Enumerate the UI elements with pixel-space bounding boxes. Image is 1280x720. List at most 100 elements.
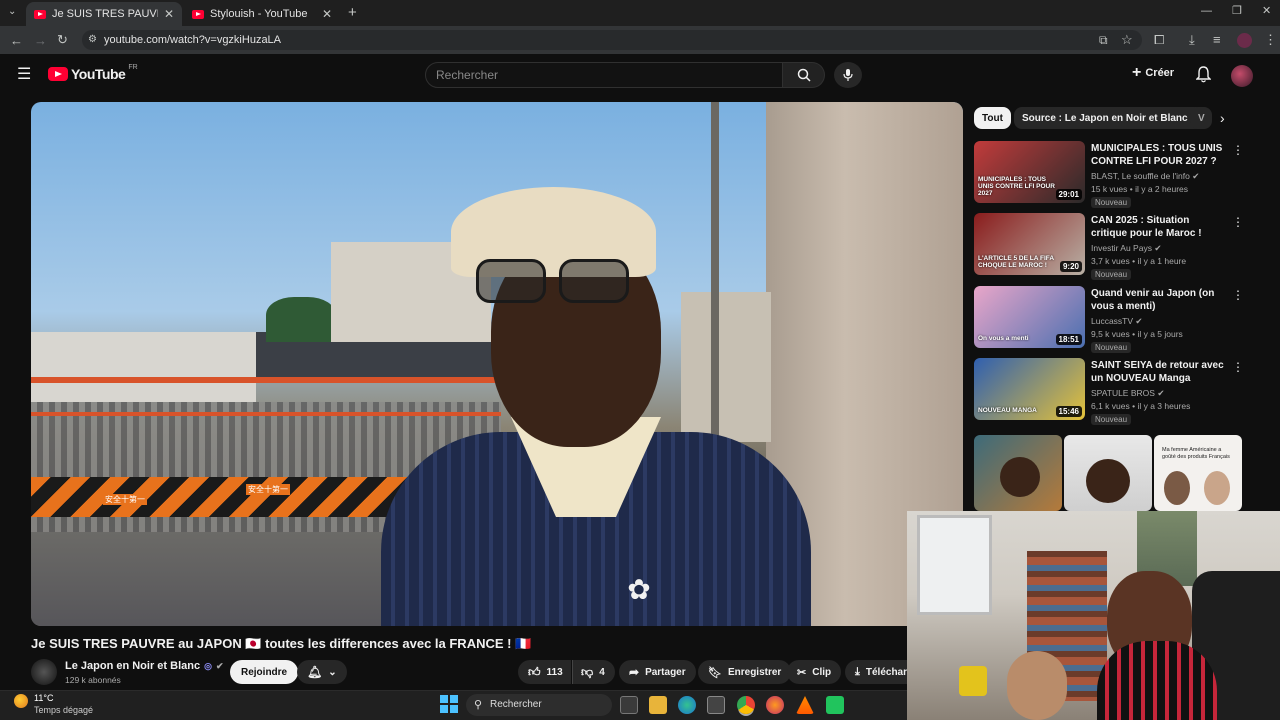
extensions-icon[interactable]: ⧠ <box>1154 33 1164 46</box>
recommendation-title[interactable]: CAN 2025 : Situation critique pour le Ma… <box>1091 214 1226 240</box>
dislike-button[interactable]: 👎︎ 4 <box>572 660 615 684</box>
weather-temperature: 11°C <box>34 693 54 703</box>
browser-menu-icon[interactable]: ⋮ <box>1264 33 1277 46</box>
install-app-icon[interactable]: ⧉ <box>1099 34 1108 46</box>
taskbar-search[interactable]: ⚲ Rechercher <box>466 694 612 716</box>
edge-browser-icon[interactable] <box>678 696 696 714</box>
recommendation-title[interactable]: Quand venir au Japon (on vous a menti) <box>1091 287 1226 313</box>
store-icon[interactable] <box>707 696 725 714</box>
bookmark-star-icon[interactable]: ☆ <box>1121 33 1133 46</box>
recommendation-channel[interactable]: BLAST, Le souffle de l'info ✔ <box>1091 171 1199 182</box>
orange-rail-top <box>31 377 501 383</box>
hamburger-menu-icon[interactable]: ☰ <box>17 67 31 83</box>
thumbs-down-icon: 👎︎ <box>581 664 594 679</box>
chip-scroll-right-icon[interactable]: › <box>1220 111 1225 125</box>
file-explorer-icon[interactable] <box>649 696 667 714</box>
join-button[interactable]: Rejoindre <box>230 660 299 684</box>
site-info-icon[interactable]: ⚙ <box>88 35 97 45</box>
recommendation-item[interactable]: L'ARTICLE 5 DE LA FIFA CHOQUE LE MAROC !… <box>974 213 1244 280</box>
more-options-icon[interactable]: ⋮ <box>1232 143 1244 157</box>
short-thumbnail[interactable]: Ma femme Américaine a goûté des produits… <box>1154 435 1242 511</box>
video-title: Je SUIS TRES PAUVRE au JAPON 🇯🇵 toutes l… <box>31 636 532 651</box>
clip-label: Clip <box>812 666 832 678</box>
more-options-icon[interactable]: ⋮ <box>1232 288 1244 302</box>
sun-weather-icon[interactable] <box>14 694 28 708</box>
chip-more[interactable]: V <box>1190 107 1212 129</box>
tab-current-video[interactable]: Je SUIS TRES PAUVRE au JAPON ✕ <box>26 2 182 26</box>
create-button[interactable]: + Créer <box>1132 64 1174 81</box>
tab-stylouish[interactable]: Stylouish - YouTube ✕ <box>184 2 340 26</box>
channel-avatar[interactable] <box>31 659 57 685</box>
face-scene <box>1204 471 1230 505</box>
save-button[interactable]: 🔖︎ Enregistrer <box>698 660 792 684</box>
clip-button[interactable]: ✂ Clip <box>787 660 842 684</box>
more-options-icon[interactable]: ⋮ <box>1232 215 1244 229</box>
video-duration: 15:46 <box>1055 406 1082 417</box>
recommendation-channel[interactable]: Investir Au Pays ✔ <box>1091 243 1161 254</box>
safety-sign-text: 安全十第一 <box>246 484 290 495</box>
face-scene <box>1164 471 1190 505</box>
search-input[interactable]: Rechercher <box>425 62 783 88</box>
close-tab-icon[interactable]: ✕ <box>322 7 332 21</box>
maximize-icon[interactable]: ❐ <box>1232 6 1242 17</box>
short-thumbnail[interactable] <box>1064 435 1152 511</box>
notifications-button[interactable] <box>1195 66 1212 88</box>
download-button[interactable]: ⤓ Téléchar <box>845 660 907 684</box>
voice-search-button[interactable] <box>834 62 862 88</box>
plus-icon: + <box>1132 64 1142 81</box>
like-count: 113 <box>546 666 563 678</box>
forward-icon[interactable]: → <box>34 34 47 47</box>
share-button[interactable]: ➦ Partager <box>619 660 696 684</box>
profile-avatar[interactable] <box>1237 33 1252 48</box>
more-options-icon[interactable]: ⋮ <box>1232 360 1244 374</box>
like-button[interactable]: 👍︎ 113 <box>518 660 571 684</box>
window-scene <box>917 515 992 615</box>
subscription-bell-button[interactable]: 🔔︎ ⌄ <box>297 660 347 684</box>
chip-source-channel[interactable]: Source : Le Japon en Noir et Blanc◎ <box>1014 107 1207 129</box>
recommendation-thumbnail[interactable]: NOUVEAU MANGA 15:46 <box>974 358 1085 420</box>
new-tab-button[interactable]: + <box>348 5 357 20</box>
minimize-icon[interactable]: — <box>1201 6 1212 17</box>
recommendation-thumbnail[interactable]: On vous a menti 18:51 <box>974 286 1085 348</box>
firefox-icon[interactable] <box>766 696 784 714</box>
thumbnail-caption: MUNICIPALES : TOUS UNIS CONTRE LFI POUR … <box>978 176 1055 197</box>
close-tab-icon[interactable]: ✕ <box>164 7 174 21</box>
new-badge: Nouveau <box>1091 342 1132 353</box>
task-view-icon[interactable] <box>620 696 638 714</box>
dislike-count: 4 <box>599 666 605 678</box>
tab-label: Je SUIS TRES PAUVRE au JAPON <box>52 8 158 20</box>
media-control-icon[interactable]: ≡ <box>1213 33 1221 46</box>
windows-start-icon[interactable] <box>440 695 458 713</box>
account-avatar[interactable] <box>1231 65 1253 87</box>
recommendation-title[interactable]: SAINT SEIYA de retour avec un NOUVEAU Ma… <box>1091 359 1226 385</box>
chip-all[interactable]: Tout <box>974 107 1011 129</box>
recommendation-channel[interactable]: SPATULE BROS ✔ <box>1091 388 1164 399</box>
recommendation-item[interactable]: NOUVEAU MANGA 15:46 SAINT SEIYA de retour … <box>974 358 1244 425</box>
reload-icon[interactable]: ↻ <box>57 33 68 46</box>
recommendation-thumbnail[interactable]: MUNICIPALES : TOUS UNIS CONTRE LFI POUR … <box>974 141 1085 203</box>
new-badge: Nouveau <box>1091 197 1132 208</box>
verified-icon: ✔ <box>1192 171 1200 181</box>
utility-pole-scene <box>711 102 719 442</box>
youtube-logo[interactable]: YouTube FR <box>48 64 138 82</box>
recommendation-item[interactable]: MUNICIPALES : TOUS UNIS CONTRE LFI POUR … <box>974 141 1244 208</box>
recommendation-channel[interactable]: LuccassTV ✔ <box>1091 316 1143 327</box>
downloads-icon[interactable]: ⤓ <box>1189 33 1195 46</box>
recommendation-item[interactable]: On vous a menti 18:51 Quand venir au Japon… <box>974 286 1244 353</box>
chrome-icon[interactable] <box>737 696 755 714</box>
url-field[interactable]: youtube.com/watch?v=vgzkiHuzaLA <box>82 30 1142 50</box>
recommendation-thumbnail[interactable]: L'ARTICLE 5 DE LA FIFA CHOQUE LE MAROC !… <box>974 213 1085 275</box>
app-icon[interactable] <box>826 696 844 714</box>
back-icon[interactable]: ← <box>10 34 23 47</box>
search-icon: ⚲ <box>474 699 483 711</box>
close-window-icon[interactable]: ✕ <box>1262 6 1271 17</box>
recommendation-title[interactable]: MUNICIPALES : TOUS UNIS CONTRE LFI POUR … <box>1091 142 1226 168</box>
tab-search-icon[interactable]: ⌄ <box>8 7 16 17</box>
video-duration: 18:51 <box>1055 334 1082 345</box>
channel-name[interactable]: Le Japon en Noir et Blanc ◎ ✔ <box>65 660 224 672</box>
short-thumbnail[interactable] <box>974 435 1062 511</box>
verified-icon: ✔ <box>1135 316 1143 326</box>
video-player[interactable]: 安全十第一 安全十第一 ✿ <box>31 102 963 626</box>
search-button[interactable] <box>783 62 825 88</box>
membership-badge-icon: ◎ <box>204 660 212 671</box>
